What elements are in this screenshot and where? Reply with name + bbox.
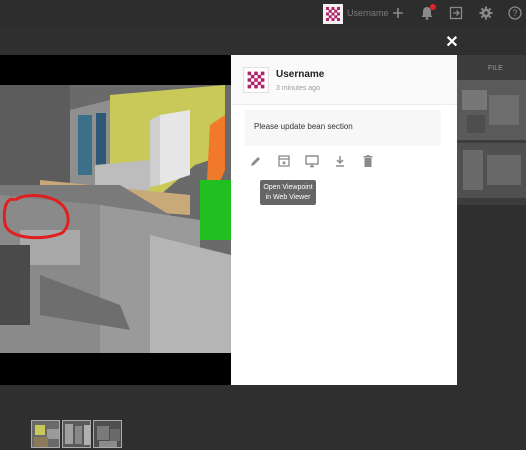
comment-header: Username 3 minutes ago bbox=[231, 55, 457, 105]
help-icon[interactable]: ? bbox=[507, 5, 523, 21]
gear-icon[interactable] bbox=[478, 5, 494, 21]
notification-badge bbox=[430, 4, 436, 10]
comment-text: Please update bean section bbox=[254, 122, 353, 131]
open-viewpoint-tooltip: Open Viewpoint in Web Viewer bbox=[260, 180, 316, 205]
viewpoint-thumbnail-3[interactable] bbox=[93, 420, 122, 448]
file-label: FILE bbox=[488, 65, 503, 72]
download-icon[interactable] bbox=[332, 153, 348, 169]
close-icon[interactable]: ✕ bbox=[445, 35, 459, 51]
topbar-username[interactable]: Username bbox=[347, 8, 389, 18]
viewpoint-icon[interactable] bbox=[276, 153, 292, 169]
viewpoint-3d-viewer[interactable] bbox=[0, 55, 231, 385]
tooltip-line-2: in Web Viewer bbox=[265, 194, 311, 201]
delete-icon[interactable] bbox=[360, 153, 376, 169]
svg-text:?: ? bbox=[512, 8, 517, 18]
edit-icon[interactable] bbox=[248, 153, 264, 169]
comment-box: Please update bean section bbox=[245, 110, 441, 146]
user-avatar[interactable] bbox=[323, 4, 343, 24]
web-viewer-icon[interactable] bbox=[304, 153, 320, 169]
viewpoint-thumbnail-1[interactable] bbox=[31, 420, 60, 448]
commenter-avatar bbox=[243, 67, 269, 93]
top-bar: Username ? bbox=[0, 0, 526, 28]
comment-timestamp: 3 minutes ago bbox=[276, 85, 320, 92]
viewpoint-thumbnail-2[interactable] bbox=[62, 420, 91, 448]
tooltip-line-1: Open Viewpoint bbox=[263, 184, 313, 191]
commenter-username: Username bbox=[276, 69, 325, 80]
issue-panel: Username 3 minutes ago Please update bea… bbox=[231, 55, 457, 385]
plus-icon[interactable] bbox=[390, 5, 406, 21]
background-panel bbox=[457, 55, 526, 205]
export-icon[interactable] bbox=[448, 5, 464, 21]
